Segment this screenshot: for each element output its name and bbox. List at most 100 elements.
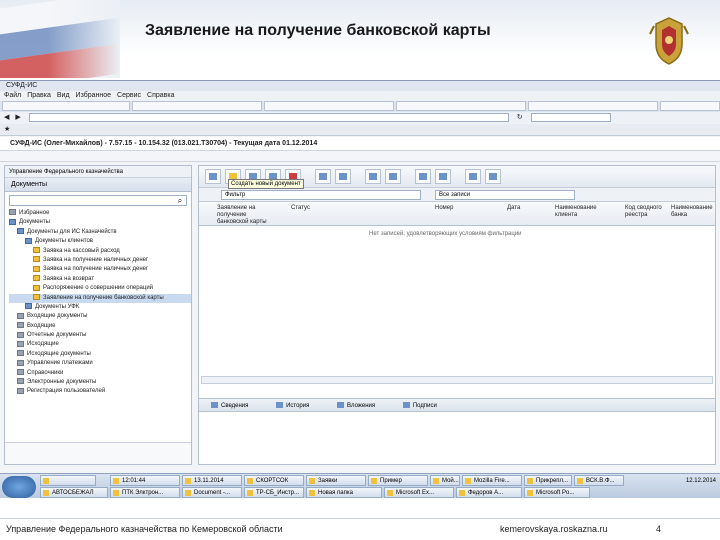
russian-flag-graphic <box>0 0 120 78</box>
application-screenshot: СУФД-ИС Файл Правка Вид Избранное Сервис Спра… <box>0 80 720 498</box>
tree-node[interactable]: Документы клиентов <box>9 237 191 246</box>
tab-history[interactable]: История <box>276 399 309 413</box>
taskbar-item[interactable]: Заявки <box>306 475 366 486</box>
tree-node-selected[interactable]: Заявление на получение банковской карты <box>9 293 191 303</box>
favorites-star-icon[interactable]: ★ <box>4 124 10 135</box>
address-input[interactable] <box>28 112 509 122</box>
refresh-button[interactable] <box>205 169 221 184</box>
browser-menu-bar[interactable]: Файл Правка Вид Избранное Сервис Справка <box>0 91 720 101</box>
taskbar-item[interactable]: АВТОСБЕЖАЛ <box>40 487 108 498</box>
browser-search-input[interactable] <box>530 112 611 122</box>
tree-node[interactable]: Распоряжение о совершении операций <box>9 284 191 293</box>
tree-node[interactable]: Избранное <box>9 209 191 218</box>
taskbar-item[interactable]: Прикрепл... <box>524 475 572 486</box>
print-button[interactable] <box>315 169 331 184</box>
tree-node[interactable]: Входящие <box>9 322 191 331</box>
taskbar-item[interactable]: ВСК.В.Ф... <box>574 475 624 486</box>
tree-node[interactable]: Заявка на получение наличных денег <box>9 265 191 274</box>
browser-address-bar[interactable]: ◀ ▶ ↻ <box>0 112 720 124</box>
taskbar-item[interactable]: Пример <box>368 475 428 486</box>
column-header[interactable]: Код сводного реестра <box>625 205 665 219</box>
search-icon[interactable]: ⌕ <box>175 196 185 205</box>
tree-node[interactable]: Документы для ИС Казначейств <box>9 228 191 237</box>
back-icon[interactable]: ◀ <box>4 112 9 124</box>
taskbar-item[interactable] <box>40 475 96 486</box>
taskbar-item[interactable]: Mozilla Fire... <box>462 475 522 486</box>
detail-tabs: Сведения История Вложения Подписи <box>199 398 715 412</box>
column-header[interactable]: Заявление на получение банковской карты <box>217 205 279 226</box>
filter-button[interactable] <box>415 169 431 184</box>
nav-panel-header: Управление Федерального казначейства <box>5 166 191 178</box>
start-button[interactable] <box>2 476 36 498</box>
slide-header: Заявление на получение банковской карты <box>0 0 720 80</box>
tree-node[interactable]: Заявка на возврат <box>9 275 191 284</box>
slide-title: Заявление на получение банковской карты <box>145 22 491 39</box>
refresh-icon[interactable]: ↻ <box>517 112 523 124</box>
tree-node[interactable]: Электронные документы <box>9 378 191 387</box>
tab-details[interactable]: Сведения <box>211 399 248 413</box>
column-header[interactable]: Номер <box>435 205 475 212</box>
footer-organization: Управление Федерального казначейства по … <box>6 524 283 534</box>
taskbar-item[interactable]: СКОРТСОК <box>244 475 304 486</box>
slide-footer: Управление Федерального казначейства по … <box>0 518 720 540</box>
history-button[interactable] <box>485 169 501 184</box>
tree-node[interactable]: Документы <box>9 218 191 227</box>
tab-attachments[interactable]: Вложения <box>337 399 375 413</box>
create-document-tooltip: Создать новый документ <box>228 179 304 189</box>
tree-node[interactable]: Отчетные документы <box>9 331 191 340</box>
page-number: 4 <box>656 524 662 534</box>
document-toolbar: Создать новый документ <box>199 166 715 189</box>
tree-node[interactable]: Исходящие документы <box>9 350 191 359</box>
forward-icon[interactable]: ▶ <box>15 112 20 124</box>
taskbar-item[interactable]: Microsoft Po... <box>524 487 590 498</box>
app-title-bar: СУФД-ИС (Олег-Михайлов) - 7.57.15 - 10.1… <box>0 137 720 151</box>
column-header[interactable]: Дата <box>507 205 537 212</box>
system-tray-clock: 12.12.2014 <box>685 478 716 484</box>
export-button[interactable] <box>335 169 351 184</box>
empty-grid-message: Нет записей, удовлетворяющих условиям фи… <box>369 231 522 237</box>
filter-scope-select[interactable]: Все записи <box>435 190 575 200</box>
taskbar-item[interactable]: 12:01:44 <box>110 475 180 486</box>
tree-node[interactable]: Справочники <box>9 369 191 378</box>
taskbar-item[interactable]: 13.11.2014 <box>182 475 242 486</box>
documents-tab[interactable]: Документы <box>5 178 191 192</box>
tab-signatures[interactable]: Подписи <box>402 399 437 413</box>
taskbar-item[interactable]: Document -... <box>182 487 242 498</box>
browser-tabs[interactable] <box>0 101 720 112</box>
filter-input[interactable]: Фильтр <box>221 190 421 200</box>
horizontal-scrollbar[interactable] <box>201 376 713 384</box>
grid-header: Заявление на получение банковской карты … <box>199 202 715 226</box>
settings-button[interactable] <box>465 169 481 184</box>
tree-node[interactable]: Исходящие <box>9 340 191 349</box>
tree-node[interactable]: Регистрация пользователей <box>9 387 191 396</box>
taskbar-item[interactable]: ПТК Элктрон... <box>110 487 180 498</box>
nav-panel-footer <box>5 442 191 464</box>
taskbar-item[interactable]: Федоров А... <box>456 487 522 498</box>
taskbar-item[interactable]: Новая папка <box>306 487 382 498</box>
tree-node[interactable]: Заявка на получение наличных денег <box>9 256 191 265</box>
browser-title-bar: СУФД-ИС <box>0 81 720 91</box>
taskbar-item[interactable]: Мой... <box>430 475 460 486</box>
navigation-panel: Управление Федерального казначейства Док… <box>4 165 192 465</box>
sign-button[interactable] <box>365 169 381 184</box>
app-menu-bar[interactable] <box>0 151 720 162</box>
treasury-emblem-icon <box>649 17 689 65</box>
column-header[interactable]: Наименование клиента <box>555 205 615 219</box>
favorites-bar[interactable]: ★ <box>0 124 720 136</box>
taskbar-item[interactable]: Microsoft Ex... <box>384 487 454 498</box>
tree-node[interactable]: Документы УФК <box>9 303 191 312</box>
tree-node[interactable]: Заявка на кассовый расход <box>9 246 191 256</box>
column-header[interactable]: Наименование банка <box>671 205 715 219</box>
footer-website: kemerovskaya.roskazna.ru <box>500 524 608 534</box>
document-tree: Избранное Документы Документы для ИС Каз… <box>5 209 191 397</box>
taskbar-item[interactable]: ТР-СБ_Инстр... <box>244 487 304 498</box>
document-list-panel: Создать новый документ Фильтр Все записи… <box>198 165 716 465</box>
tree-node[interactable]: Входящие документы <box>9 312 191 321</box>
presentation-slide: Заявление на получение банковской карты … <box>0 0 720 540</box>
search-button[interactable] <box>435 169 451 184</box>
column-header[interactable]: Статус <box>291 205 351 212</box>
send-button[interactable] <box>385 169 401 184</box>
filter-row: Фильтр Все записи <box>199 188 715 202</box>
tree-node[interactable]: Управление платежами <box>9 359 191 368</box>
nav-search-input[interactable]: ⌕ <box>9 195 187 206</box>
